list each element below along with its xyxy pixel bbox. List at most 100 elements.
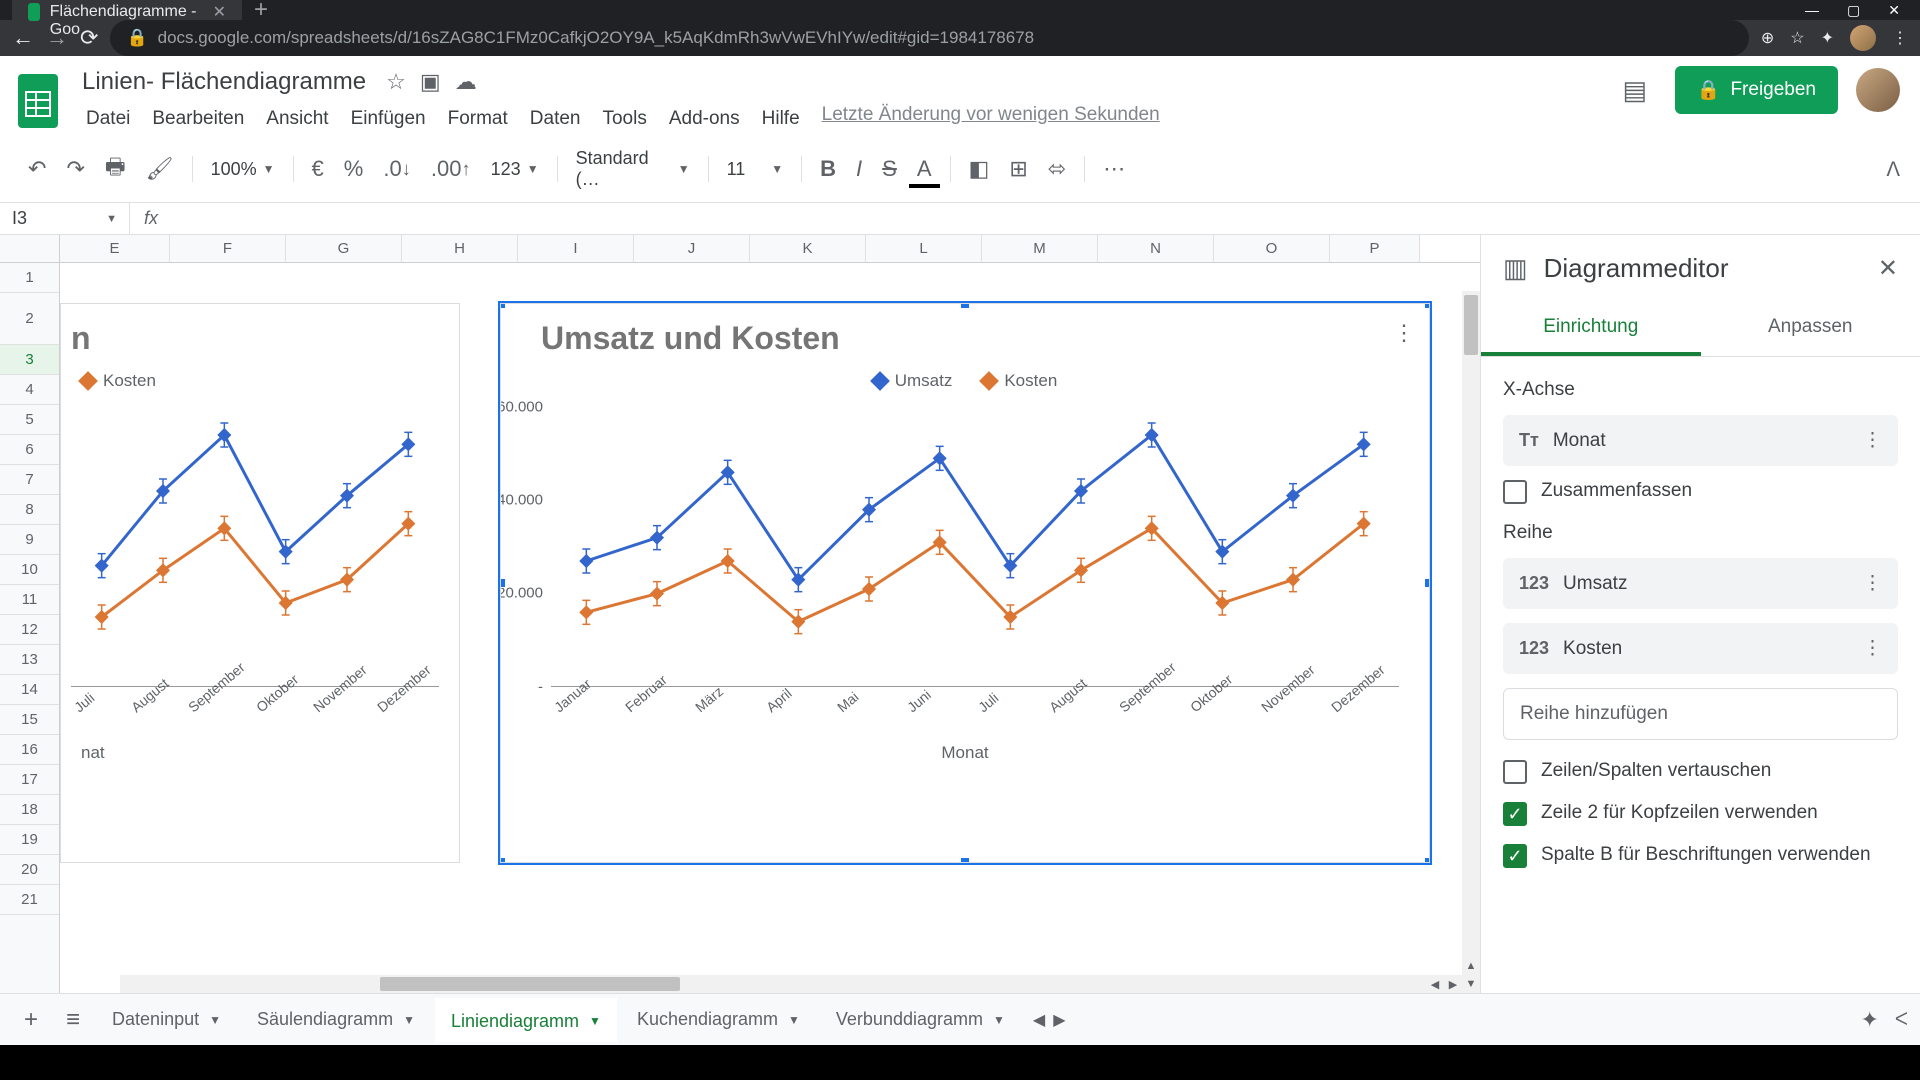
sheet-next-icon[interactable]: ▶ — [1053, 1010, 1065, 1030]
minimize-icon[interactable]: — — [1805, 2, 1819, 19]
series-umsatz-field[interactable]: 123 Umsatz ⋮ — [1503, 558, 1898, 609]
chip-menu-icon[interactable]: ⋮ — [1863, 429, 1882, 452]
col-header[interactable]: F — [170, 235, 286, 262]
zoom-select[interactable]: 100%▼ — [203, 155, 283, 184]
tab-setup[interactable]: Einrichtung — [1481, 302, 1701, 356]
tab-customize[interactable]: Anpassen — [1701, 302, 1920, 356]
row-header[interactable]: 15 — [0, 705, 59, 735]
close-icon[interactable]: ✕ — [1878, 254, 1898, 283]
italic-icon[interactable]: I — [848, 150, 870, 188]
row-header[interactable]: 14 — [0, 675, 59, 705]
explore-icon[interactable]: ✦ — [1860, 1007, 1878, 1033]
col-header[interactable]: L — [866, 235, 982, 262]
col-header[interactable]: P — [1330, 235, 1420, 262]
row-header[interactable]: 21 — [0, 885, 59, 915]
menu-daten[interactable]: Daten — [520, 104, 591, 134]
num-format-select[interactable]: 123▼ — [483, 155, 547, 184]
col-header[interactable]: J — [634, 235, 750, 262]
forward-icon[interactable]: → — [46, 25, 68, 51]
switch-rc-checkbox[interactable]: Zeilen/Spalten vertauschen — [1503, 760, 1898, 784]
menu-datei[interactable]: Datei — [76, 104, 140, 134]
maximize-icon[interactable]: ▢ — [1847, 2, 1860, 19]
browser-avatar[interactable] — [1850, 25, 1876, 51]
menu-hilfe[interactable]: Hilfe — [752, 104, 810, 134]
row-header[interactable]: 5 — [0, 405, 59, 435]
text-color-icon[interactable]: A — [909, 150, 940, 188]
comments-icon[interactable]: ▤ — [1613, 68, 1657, 112]
row-header[interactable]: 13 — [0, 645, 59, 675]
row-header[interactable]: 7 — [0, 465, 59, 495]
last-edit-link[interactable]: Letzte Änderung vor wenigen Sekunden — [822, 104, 1160, 134]
sheet-tab-kuchendiagramm[interactable]: Kuchendiagramm▼ — [621, 999, 816, 1040]
chip-menu-icon[interactable]: ⋮ — [1863, 637, 1882, 660]
row-header[interactable]: 12 — [0, 615, 59, 645]
row-header[interactable]: 8 — [0, 495, 59, 525]
star-icon[interactable]: ☆ — [1790, 28, 1804, 48]
menu-format[interactable]: Format — [438, 104, 518, 134]
use-row2-checkbox[interactable]: ✓ Zeile 2 für Kopfzeilen verwenden — [1503, 802, 1898, 826]
col-header[interactable]: K — [750, 235, 866, 262]
all-sheets-icon[interactable]: ≡ — [54, 998, 92, 1042]
close-icon[interactable]: ✕ — [213, 2, 226, 22]
profile-avatar[interactable] — [1856, 68, 1900, 112]
menu-einfuegen[interactable]: Einfügen — [341, 104, 436, 134]
row-header[interactable]: 1 — [0, 263, 59, 293]
add-sheet-button[interactable]: + — [12, 998, 50, 1042]
formula-input[interactable] — [172, 210, 1920, 228]
dec-decrease-button[interactable]: .0↓ — [375, 150, 419, 188]
dec-increase-button[interactable]: .00↑ — [423, 150, 479, 188]
chart-menu-icon[interactable]: ⋮ — [1393, 320, 1415, 346]
borders-icon[interactable]: ⊞ — [1001, 150, 1035, 188]
menu-bearbeiten[interactable]: Bearbeiten — [142, 104, 254, 134]
row-header[interactable]: 9 — [0, 525, 59, 555]
side-panel-toggle-icon[interactable]: ᐸ — [1895, 1009, 1908, 1030]
chart-main[interactable]: ⋮ Umsatz und Kosten Umsatz Kosten 60.000… — [500, 303, 1430, 863]
font-size-select[interactable]: 11▼ — [719, 155, 792, 184]
vertical-scrollbar[interactable]: ▲ ▼ — [1462, 291, 1480, 993]
redo-icon[interactable]: ↷ — [58, 150, 92, 188]
close-window-icon[interactable]: ✕ — [1888, 2, 1900, 19]
row-header[interactable]: 11 — [0, 585, 59, 615]
grid-cells[interactable]: n Kosten JuliAugustSeptemberOktoberNovem… — [60, 263, 1480, 993]
back-icon[interactable]: ← — [12, 25, 34, 51]
menu-addons[interactable]: Add-ons — [659, 104, 750, 134]
cell-reference[interactable]: I3▼ — [0, 203, 130, 234]
use-colb-checkbox[interactable]: ✓ Spalte B für Beschriftungen verwenden — [1503, 844, 1898, 868]
row-header[interactable]: 20 — [0, 855, 59, 885]
col-header[interactable]: N — [1098, 235, 1214, 262]
sheet-area[interactable]: E F G H I J K L M N O P 1 2 3 4 5 — [0, 235, 1480, 993]
paint-format-icon[interactable]: 🖌 — [138, 150, 182, 188]
row-header[interactable]: 16 — [0, 735, 59, 765]
select-all-corner[interactable] — [0, 235, 60, 262]
row-header[interactable]: 17 — [0, 765, 59, 795]
sheet-tab-verbunddiagramm[interactable]: Verbunddiagramm▼ — [820, 999, 1021, 1040]
chart-partial-left[interactable]: n Kosten JuliAugustSeptemberOktoberNovem… — [60, 303, 460, 863]
row-header[interactable]: 18 — [0, 795, 59, 825]
col-header[interactable]: G — [286, 235, 402, 262]
menu-ansicht[interactable]: Ansicht — [256, 104, 338, 134]
sheet-tab-liniendiagramm[interactable]: Liniendiagramm▼ — [435, 998, 617, 1042]
col-header[interactable]: O — [1214, 235, 1330, 262]
collapse-toolbar-icon[interactable]: ᐱ — [1886, 157, 1900, 182]
horizontal-scrollbar[interactable]: ◀ ▶ — [120, 975, 1462, 993]
row-header[interactable]: 6 — [0, 435, 59, 465]
col-header[interactable]: E — [60, 235, 170, 262]
move-icon[interactable]: ▣ — [420, 69, 441, 95]
more-icon[interactable]: ⋯ — [1095, 150, 1133, 188]
browser-menu-icon[interactable]: ⋮ — [1892, 28, 1908, 48]
sheet-tab-saeulendiagramm[interactable]: Säulendiagramm▼ — [241, 999, 431, 1040]
series-kosten-field[interactable]: 123 Kosten ⋮ — [1503, 623, 1898, 674]
merge-icon[interactable]: ⬄ — [1040, 150, 1074, 188]
col-header[interactable]: H — [402, 235, 518, 262]
row-header[interactable]: 4 — [0, 375, 59, 405]
extensions-icon[interactable]: ✦ — [1821, 28, 1834, 48]
add-series-button[interactable]: Reihe hinzufügen — [1503, 688, 1898, 740]
x-axis-field[interactable]: Tᴛ Monat ⋮ — [1503, 415, 1898, 466]
sheet-tab-dateninput[interactable]: Dateninput▼ — [96, 999, 237, 1040]
chart-title[interactable]: Umsatz und Kosten — [501, 304, 1429, 365]
fill-color-icon[interactable]: ◧ — [961, 150, 998, 188]
row-header[interactable]: 3 — [0, 345, 59, 375]
url-bar[interactable]: 🔒 docs.google.com/spreadsheets/d/16sZAG8… — [110, 20, 1748, 56]
undo-icon[interactable]: ↶ — [20, 150, 54, 188]
share-button[interactable]: 🔒 Freigeben — [1675, 66, 1838, 114]
